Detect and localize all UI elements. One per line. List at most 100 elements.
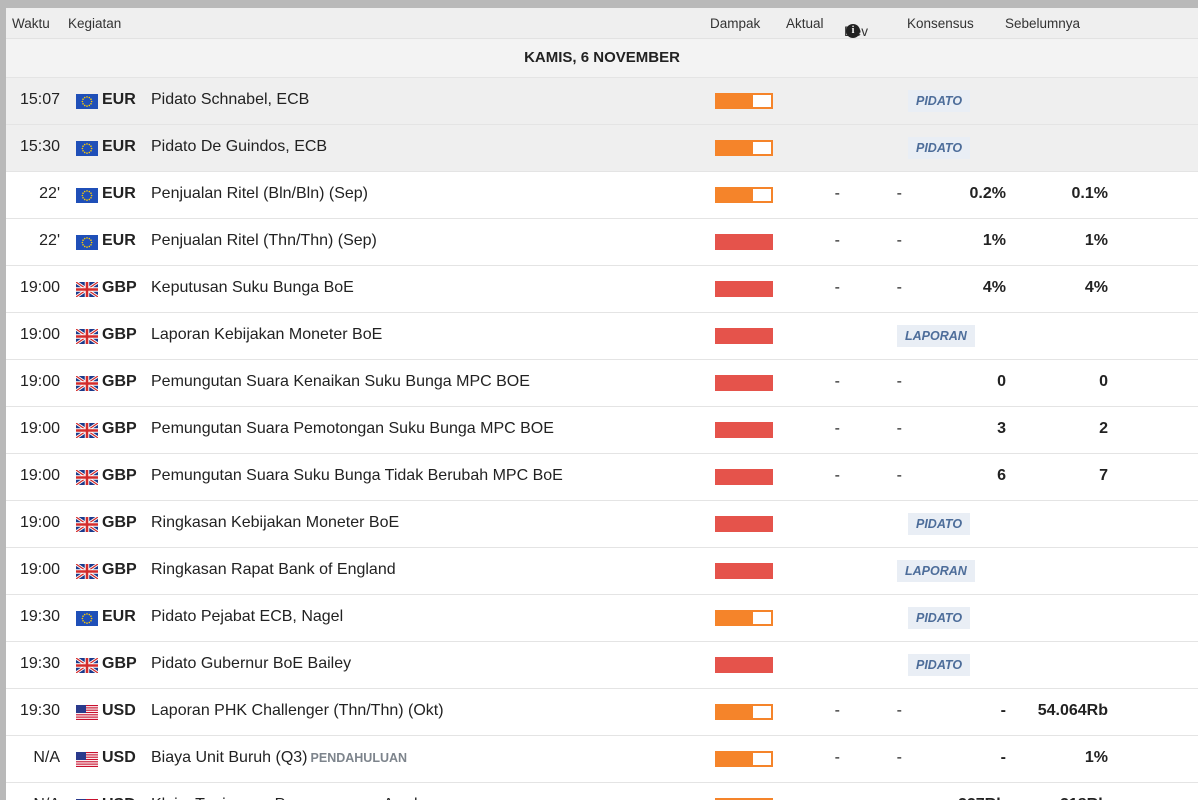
event-time: 19:00	[19, 373, 60, 390]
impact-bar	[715, 234, 773, 250]
dev-value: -	[896, 420, 902, 437]
event-type-badge: LAPORAN	[897, 560, 975, 582]
impact-bar	[715, 93, 773, 109]
consensus-value: 0	[997, 373, 1006, 390]
uk-flag-icon	[75, 327, 99, 346]
eu-flag-icon	[76, 235, 98, 250]
event-row[interactable]: N/A USD Biaya Unit Buruh (Q3) PENDAHULUAN - -…	[6, 736, 1198, 783]
event-title: Pemungutan Suara Kenaikan Suku Bunga MPC…	[151, 373, 530, 390]
event-title-cell[interactable]: Laporan PHK Challenger (Thn/Thn) (Okt)	[151, 702, 444, 720]
event-time: 19:00	[19, 467, 60, 484]
previous-value: 1%	[1084, 749, 1108, 766]
impact-bar	[715, 751, 773, 767]
event-row[interactable]: 15:07 EUR Pidato Schnabel, ECB PIDATO	[6, 78, 1198, 125]
event-time: 19:00	[19, 326, 60, 343]
header-time[interactable]: Waktu	[12, 16, 50, 31]
consensus-value: 3	[997, 420, 1006, 437]
event-type-badge: PIDATO	[908, 90, 971, 112]
event-title: Biaya Unit Buruh (Q3)	[151, 749, 308, 766]
consensus-value: 4%	[982, 279, 1006, 296]
event-currency: USD	[102, 702, 136, 719]
uk-flag-icon	[75, 374, 99, 393]
header-consensus[interactable]: Konsensus	[907, 16, 974, 31]
event-currency: EUR	[102, 185, 136, 202]
header-actual[interactable]: Aktual	[786, 16, 824, 31]
event-title: Laporan PHK Challenger (Thn/Thn) (Okt)	[151, 702, 444, 719]
event-time: 22'	[39, 185, 60, 202]
impact-bar	[715, 422, 773, 438]
event-title: Ringkasan Kebijakan Moneter BoE	[151, 514, 400, 531]
event-time: 19:00	[19, 420, 60, 437]
event-time: 19:30	[19, 702, 60, 719]
dev-value: -	[896, 232, 902, 249]
header-impact[interactable]: Dampak	[710, 16, 760, 31]
header-event[interactable]: Kegiatan	[68, 16, 121, 31]
impact-bar	[715, 375, 773, 391]
event-currency: EUR	[102, 232, 136, 249]
event-type-badge: LAPORAN	[897, 325, 975, 347]
event-time: N/A	[33, 749, 60, 766]
event-row[interactable]: 19:00 GBP Ringkasan Rapat Bank of England L…	[6, 548, 1198, 595]
event-row[interactable]: 19:30 USD Laporan PHK Challenger (Thn/Thn)…	[6, 689, 1198, 736]
event-row[interactable]: 22' EUR Penjualan Ritel (Bln/Bln) (Sep) - - 0…	[6, 172, 1198, 219]
dev-value: -	[896, 749, 902, 766]
event-title-cell[interactable]: Pidato Gubernur BoE Bailey	[151, 655, 351, 673]
impact-bar	[715, 610, 773, 626]
event-title-cell[interactable]: Penjualan Ritel (Bln/Bln) (Sep)	[151, 185, 368, 203]
event-title-cell[interactable]: Keputusan Suku Bunga BoE	[151, 279, 354, 297]
header-previous[interactable]: Sebelumnya	[1005, 16, 1080, 31]
event-title: Pemungutan Suara Pemotongan Suku Bunga M…	[151, 420, 554, 437]
event-row[interactable]: 19:30 EUR Pidato Pejabat ECB, Nagel PIDATO	[6, 595, 1198, 642]
impact-bar	[715, 563, 773, 579]
event-row[interactable]: N/A USD Klaim Tunjangan Pengangguran Awal -…	[6, 783, 1198, 800]
event-title-cell[interactable]: Pidato De Guindos, ECB	[151, 138, 327, 156]
uk-flag-icon	[75, 280, 99, 299]
dev-value: -	[896, 702, 902, 719]
dev-value: -	[896, 467, 902, 484]
event-time: 22'	[39, 232, 60, 249]
event-time: 19:00	[19, 279, 60, 296]
event-row[interactable]: 19:00 GBP Pemungutan Suara Kenaikan Suku B…	[6, 360, 1198, 407]
event-title-cell[interactable]: Pemungutan Suara Pemotongan Suku Bunga M…	[151, 420, 554, 438]
uk-flag-icon	[75, 421, 99, 440]
event-time: 15:30	[19, 138, 60, 155]
info-icon[interactable]: i	[846, 24, 860, 38]
dev-value: -	[896, 185, 902, 202]
event-row[interactable]: 19:00 GBP Pemungutan Suara Pemotongan Suku…	[6, 407, 1198, 454]
event-row[interactable]: 22' EUR Penjualan Ritel (Thn/Thn) (Sep) - - 1…	[6, 219, 1198, 266]
event-title-cell[interactable]: Ringkasan Rapat Bank of England	[151, 561, 396, 579]
consensus-value: 1%	[982, 232, 1006, 249]
event-row[interactable]: 19:00 GBP Pemungutan Suara Suku Bunga Tida…	[6, 454, 1198, 501]
event-title-cell[interactable]: Laporan Kebijakan Moneter BoE	[151, 326, 382, 344]
event-title-cell[interactable]: Pemungutan Suara Suku Bunga Tidak Beruba…	[151, 467, 563, 485]
event-row[interactable]: 19:30 GBP Pidato Gubernur BoE Bailey PIDATO	[6, 642, 1198, 689]
event-title-cell[interactable]: Penjualan Ritel (Thn/Thn) (Sep)	[151, 232, 377, 250]
event-currency: GBP	[102, 655, 137, 672]
event-row[interactable]: 15:30 EUR Pidato De Guindos, ECB PIDATO	[6, 125, 1198, 172]
impact-bar	[715, 704, 773, 720]
event-time: 19:00	[19, 514, 60, 531]
event-row[interactable]: 19:00 GBP Ringkasan Kebijakan Moneter BoE P…	[6, 501, 1198, 548]
event-title-cell[interactable]: Pemungutan Suara Kenaikan Suku Bunga MPC…	[151, 373, 530, 391]
event-title-cell[interactable]: Pidato Schnabel, ECB	[151, 91, 309, 109]
event-title: Pemungutan Suara Suku Bunga Tidak Beruba…	[151, 467, 563, 484]
previous-value: 54.064Rb	[1037, 702, 1108, 719]
us-flag-icon	[76, 752, 98, 767]
event-title-cell[interactable]: Ringkasan Kebijakan Moneter BoE	[151, 514, 399, 532]
eu-flag-icon	[76, 141, 98, 156]
previous-value: 218Rb	[1060, 796, 1108, 800]
dev-value: -	[896, 373, 902, 390]
event-currency: GBP	[102, 561, 137, 578]
event-type-badge: PIDATO	[908, 607, 971, 629]
previous-value: 7	[1099, 467, 1108, 484]
event-row[interactable]: 19:00 GBP Keputusan Suku Bunga BoE - - 4% 4%	[6, 266, 1198, 313]
impact-bar	[715, 516, 773, 532]
event-title: Pidato De Guindos, ECB	[151, 138, 328, 155]
event-title: Keputusan Suku Bunga BoE	[151, 279, 354, 296]
event-title: Laporan Kebijakan Moneter BoE	[151, 326, 383, 343]
event-title-cell[interactable]: Pidato Pejabat ECB, Nagel	[151, 608, 343, 626]
event-title: Klaim Tunjangan Pengangguran Awal	[151, 796, 418, 800]
event-row[interactable]: 19:00 GBP Laporan Kebijakan Moneter BoE LAP…	[6, 313, 1198, 360]
event-title-cell[interactable]: Biaya Unit Buruh (Q3) PENDAHULUAN	[151, 749, 407, 767]
event-title-cell[interactable]: Klaim Tunjangan Pengangguran Awal	[151, 796, 418, 800]
